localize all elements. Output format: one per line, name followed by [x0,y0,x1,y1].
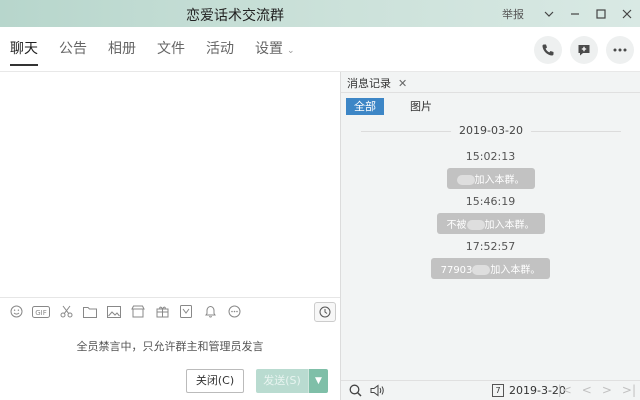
message-prefix: 77903 [440,265,473,276]
message-time: 15:02:13 [465,150,516,163]
pager: |< < > >| [548,383,636,397]
voice-note-icon[interactable] [178,304,194,320]
search-icon[interactable] [347,383,363,399]
last-page-icon[interactable]: >| [622,383,636,397]
calendar-icon[interactable]: 7 [492,384,504,397]
message-time: 17:52:57 [465,240,516,253]
gif-icon[interactable]: GIF [32,304,50,320]
nav-bar: 聊天 公告 相册 文件 活动 设置 ⌄ [0,27,640,72]
tab-chat[interactable]: 聊天 [10,27,38,72]
tab-settings-label: 设置 [255,41,283,57]
filter-images-button[interactable]: 图片 [402,98,440,115]
report-link[interactable]: 举报 [502,6,524,22]
message-text: 加入本群。 [474,175,525,186]
tab-activity[interactable]: 活动 [206,27,234,72]
filter-all-button[interactable]: 全部 [346,98,384,115]
image-icon[interactable] [106,304,122,320]
maximize-icon[interactable] [588,0,614,27]
list-item: 15:02:13 加入本群。 [341,150,640,189]
message-text: 加入本群。 [490,265,541,276]
redacted-name [456,175,475,185]
message-area[interactable] [0,72,340,297]
send-button[interactable]: 发送(S) [256,369,308,393]
tab-files[interactable]: 文件 [157,27,185,72]
bell-icon[interactable] [202,304,218,320]
history-panel: 消息记录 ✕ 全部 图片 2019-03-20 15:02:13 加入本群。 1… [341,72,640,400]
scissors-icon[interactable] [58,304,74,320]
close-button[interactable]: 关闭(C) [186,369,244,393]
redacted-name [472,265,491,275]
add-chat-icon[interactable] [570,36,598,64]
history-clock-button[interactable] [314,302,336,322]
message-prefix: 不被 [446,220,467,231]
phone-icon[interactable] [534,36,562,64]
close-icon[interactable]: ✕ [398,77,407,90]
system-message: 加入本群。 [446,168,535,189]
history-tab-bar: 消息记录 ✕ [341,72,640,93]
message-time: 15:46:19 [465,195,516,208]
tab-announcement[interactable]: 公告 [59,27,87,72]
svg-text:GIF: GIF [35,309,47,317]
next-page-icon[interactable]: > [602,383,612,397]
message-text: 加入本群。 [484,220,535,231]
more-circle-icon[interactable] [226,304,242,320]
emoji-icon[interactable] [8,304,24,320]
date-header: 2019-03-20 [451,124,531,137]
folder-icon[interactable] [82,304,98,320]
chevron-down-icon: ▼ [315,376,322,386]
tab-list: 聊天 公告 相册 文件 活动 设置 ⌄ [10,27,316,72]
composer-toolbar: GIF [0,297,340,325]
chevron-down-icon: ⌄ [287,46,295,56]
list-item: 17:52:57 77903 加入本群。 [341,240,640,279]
tab-album[interactable]: 相册 [108,27,136,72]
history-tab-label: 消息记录 [347,77,391,90]
more-icon[interactable] [606,36,634,64]
first-page-icon[interactable]: |< [558,383,572,397]
tab-settings[interactable]: 设置 ⌄ [255,27,295,72]
chevron-down-icon[interactable] [536,0,562,27]
clock-icon [319,306,331,318]
history-tab[interactable]: 消息记录 ✕ [347,75,407,91]
minimize-icon[interactable] [562,0,588,27]
window-title: 恋爱话术交流群 [186,8,284,24]
shop-icon[interactable] [130,304,146,320]
speaker-icon[interactable] [369,383,385,399]
title-bar: 恋爱话术交流群 举报 [0,0,640,27]
close-icon[interactable] [614,0,640,27]
system-message: 不被 加入本群。 [436,213,545,234]
window-controls: 举报 [502,0,640,27]
send-options-button[interactable]: ▼ [308,369,328,393]
mute-notice: 全员禁言中，只允许群主和管理员发言 [76,340,264,353]
history-filters: 全部 图片 [346,98,458,115]
history-bottom-bar: 7 2019-3-20 |< < > >| [341,380,640,400]
chat-panel: GIF 全员禁言中，只允许群主和管理员发言 关闭(C) 发送(S) ▼ [0,72,340,400]
date-separator: 2019-03-20 [361,124,621,138]
redacted-name [466,220,485,230]
list-item: 15:46:19 不被 加入本群。 [341,195,640,234]
prev-page-icon[interactable]: < [582,383,592,397]
gift-icon[interactable] [154,304,170,320]
system-message: 77903 加入本群。 [430,258,551,279]
nav-actions [526,36,634,64]
